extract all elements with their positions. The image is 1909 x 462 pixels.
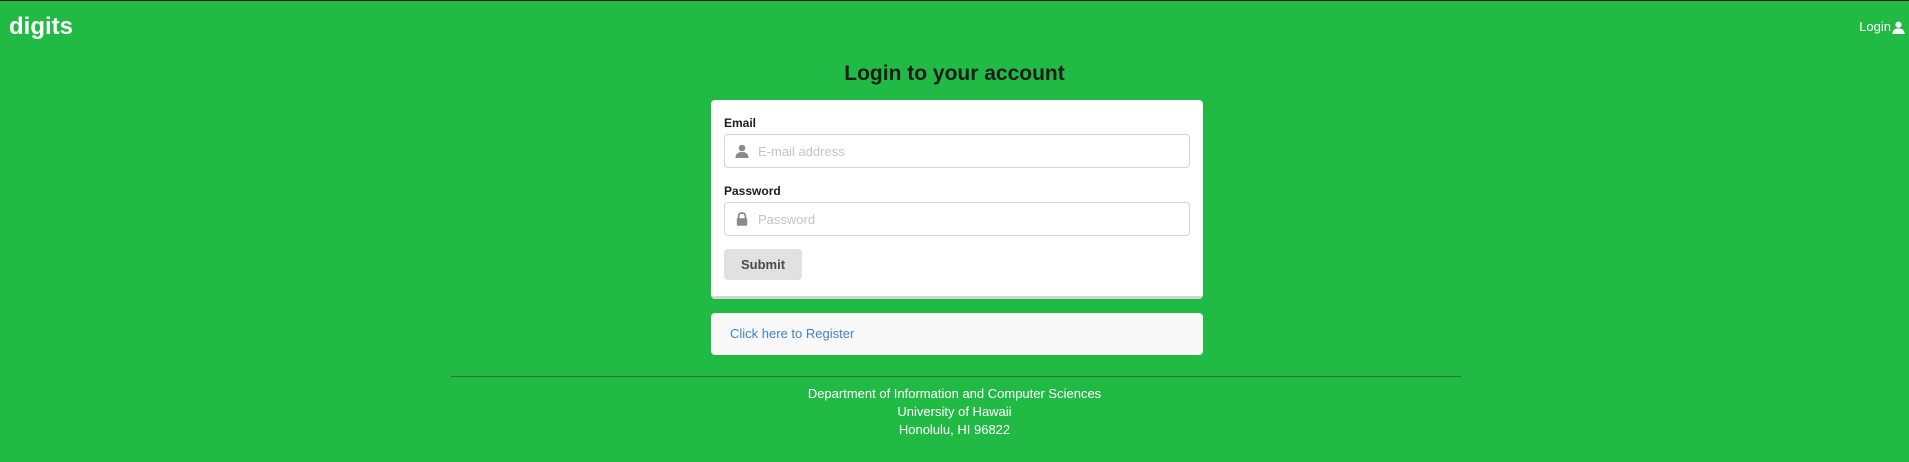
footer-address: Honolulu, HI 96822 — [898, 422, 1011, 437]
footer: Department of Information and Computer S… — [0, 385, 1909, 439]
page: digits Login Login to your account Email — [0, 0, 1909, 462]
user-icon — [1892, 21, 1905, 34]
brand-logo[interactable]: digits — [9, 13, 73, 41]
user-icon — [735, 144, 749, 158]
lock-icon — [735, 212, 749, 226]
login-form: Email Password Submit — [711, 100, 1203, 299]
submit-button[interactable]: Submit — [724, 249, 802, 280]
login-label: Login — [1859, 19, 1891, 34]
login-dropdown[interactable]: Login — [1859, 19, 1905, 35]
footer-divider — [451, 376, 1461, 377]
email-label: Email — [724, 116, 757, 130]
register-link[interactable]: Click here to Register — [730, 326, 854, 342]
password-field-wrapper — [724, 202, 1190, 236]
navbar: digits Login — [0, 1, 1909, 53]
footer-university: University of Hawaii — [897, 404, 1012, 419]
password-field[interactable] — [758, 203, 1178, 235]
register-message: Click here to Register — [711, 313, 1203, 355]
page-title: Login to your account — [844, 62, 1065, 85]
password-label: Password — [724, 184, 781, 198]
email-field-wrapper — [724, 134, 1190, 168]
footer-department: Department of Information and Computer S… — [807, 386, 1102, 401]
email-field[interactable] — [758, 135, 1178, 167]
